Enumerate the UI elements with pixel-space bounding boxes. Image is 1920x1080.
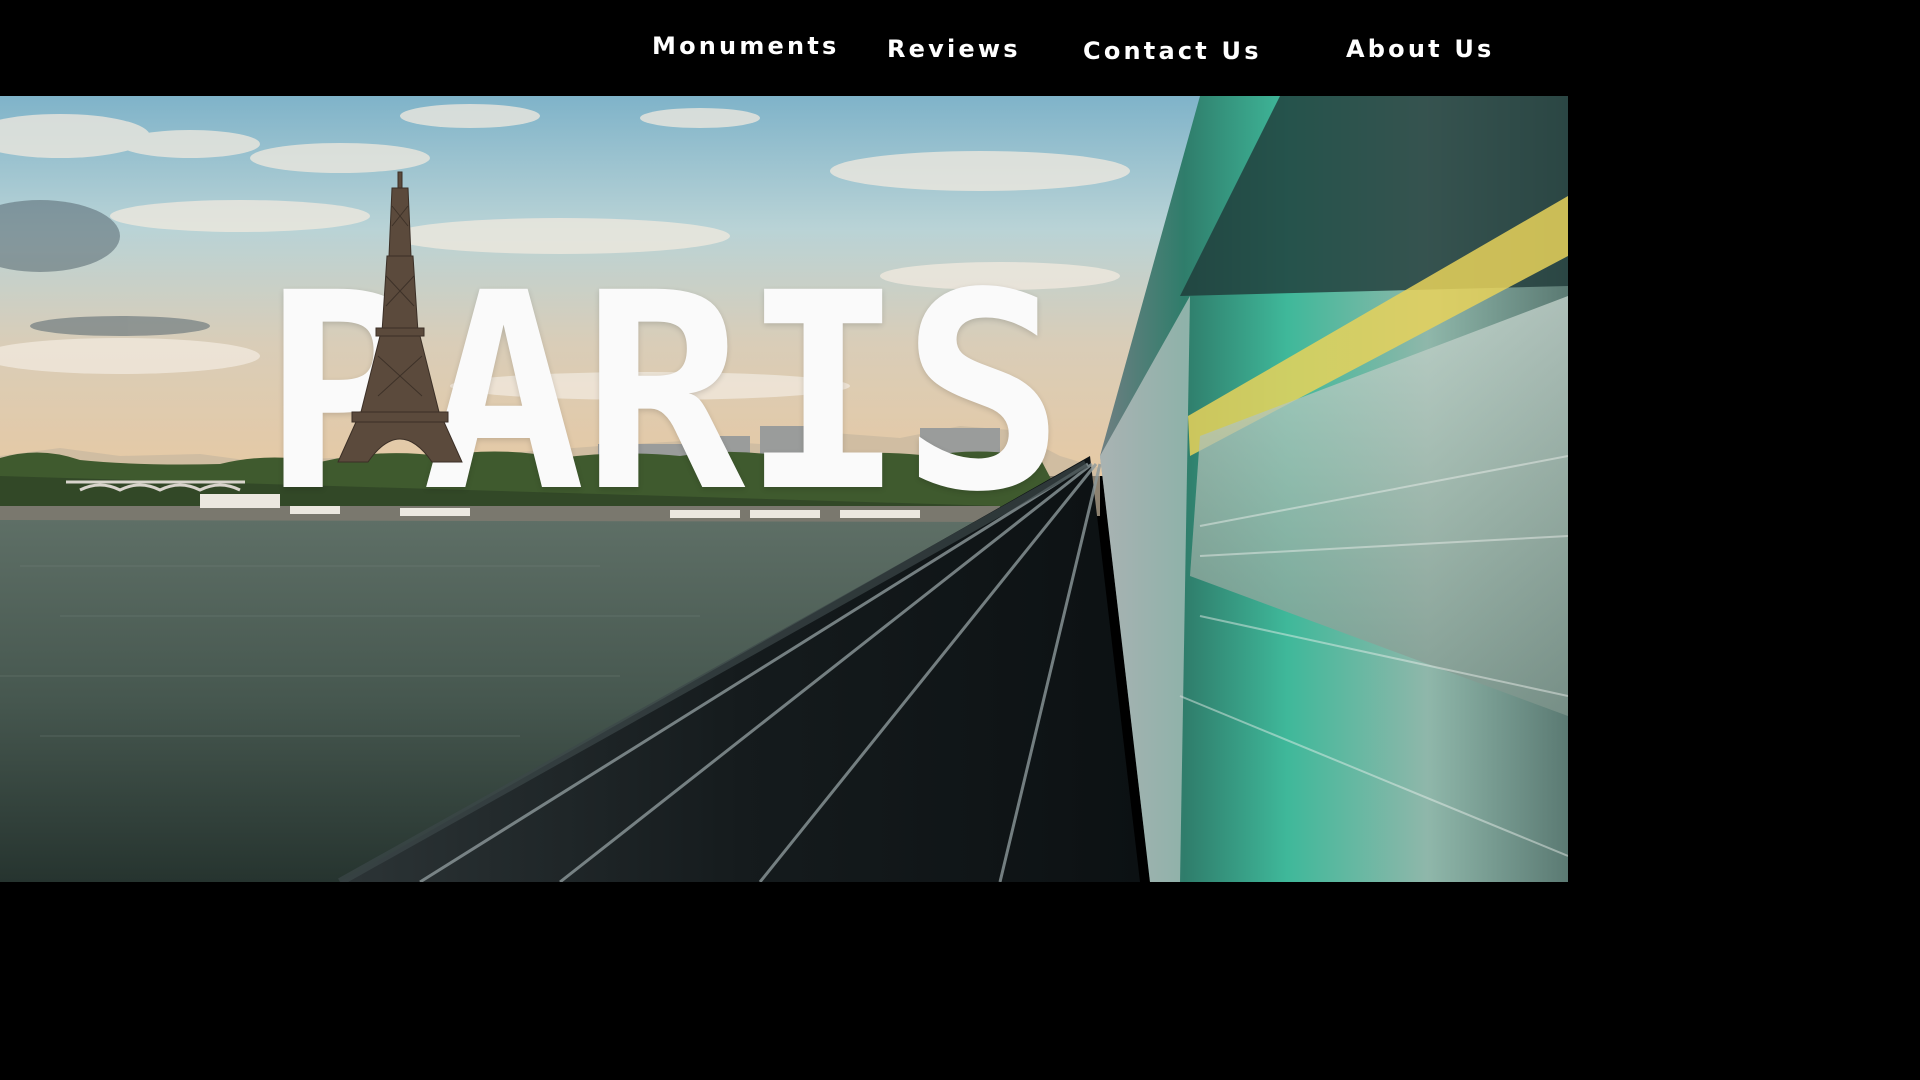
page: Monuments Reviews Contact Us About Us PA… — [0, 0, 1568, 882]
nav-link-about-us[interactable]: About Us — [1346, 37, 1495, 61]
nav-link-monuments[interactable]: Monuments — [652, 34, 839, 58]
hero-section: PARIS — [0, 96, 1568, 882]
hero-title: PARIS — [262, 236, 1065, 552]
nav-link-reviews[interactable]: Reviews — [887, 37, 1021, 61]
top-navigation-bar: Monuments Reviews Contact Us About Us — [0, 0, 1568, 96]
nav-link-contact-us[interactable]: Contact Us — [1083, 39, 1262, 63]
